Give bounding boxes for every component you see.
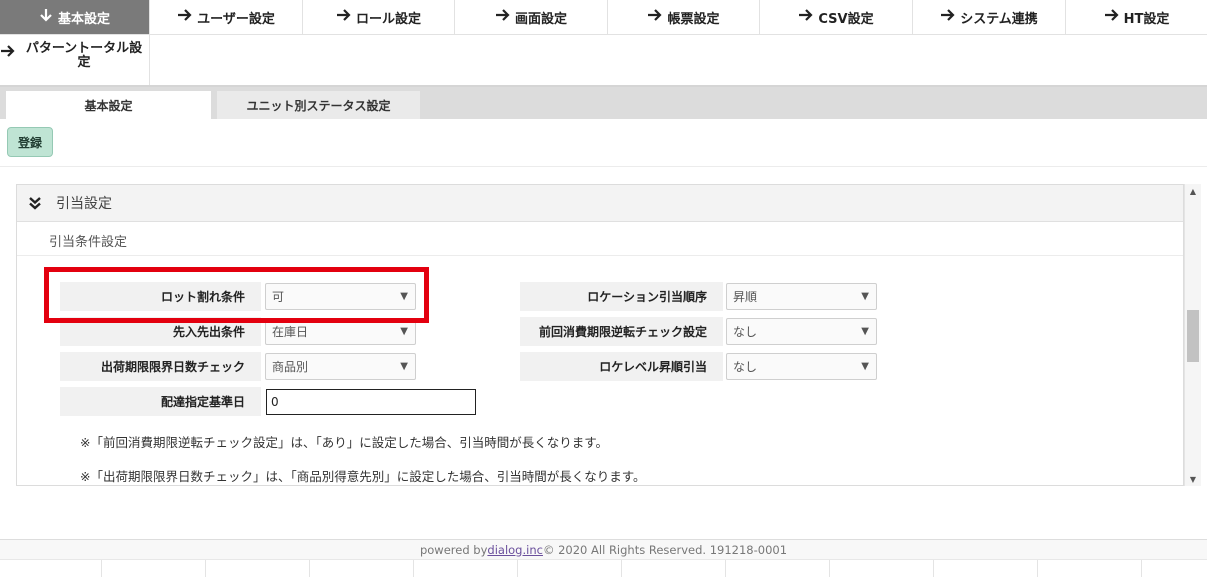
footer-prefix: powered by [419,542,488,557]
main-menu: 基本設定 ユーザー設定 ロール設定 画面設定 帳票設定 CSV設定 システム連携… [0,0,1207,86]
highlight-box [44,267,429,323]
menu-item-label: ロール設定 [355,11,421,27]
menu-item-basic-settings[interactable]: 基本設定 [0,0,150,35]
arrow-right-icon [0,44,15,60]
input-value: 0 [271,395,279,409]
panel-scrollbar[interactable]: ▲ ▼ [1184,184,1201,486]
scrollbar-thumb[interactable] [1187,310,1199,362]
arrow-right-icon [798,8,813,26]
footer: powered by dialog.inc © 2020 All Rights … [0,539,1207,559]
divider [17,255,1183,256]
panel-header[interactable]: 引当設定 [17,185,1183,222]
menu-item-csv-settings[interactable]: CSV設定 [760,0,913,35]
arrow-right-icon [647,8,663,26]
tab-label: 基本設定 [84,98,133,113]
allocation-settings-panel: 引当設定 引当条件設定 ロット割れ条件 可 ▼ 先入先出条件 在庫日 ▼ 出荷期… [16,184,1184,486]
select-value: なし [733,360,758,374]
arrow-right-icon [1104,8,1119,26]
arrow-down-icon [39,8,53,26]
select-value: 昇順 [733,290,758,304]
menu-item-label: パターントータル設定 [25,41,143,70]
scroll-up-icon[interactable]: ▲ [1185,184,1201,198]
section-subtitle: 引当条件設定 [49,235,128,250]
menu-item-user-settings[interactable]: ユーザー設定 [150,0,303,35]
chevron-down-icon: ▼ [861,326,869,337]
bottom-grid [0,559,1207,577]
arrow-right-icon [495,8,510,26]
select-value: 在庫日 [272,325,309,339]
menu-item-label: CSV設定 [818,11,874,27]
location-order-select[interactable]: 昇順 ▼ [726,283,877,310]
chevron-down-icon: ▼ [400,326,408,337]
footer-copyright: © 2020 All Rights Reserved. 191218-0001 [542,542,788,557]
menu-item-ht-settings[interactable]: HT設定 [1066,0,1207,35]
tab-label: ユニット別ステータス設定 [246,98,391,113]
divider [0,166,1207,167]
loc-level-ascending-select[interactable]: なし ▼ [726,353,877,380]
chevron-down-icon: ▼ [400,361,408,372]
field-label-delivery-base-date: 配達指定基準日 [60,387,261,416]
note-text: ※「出荷期限限界日数チェック」は、「商品別得意先別」に設定した場合、引当時間が長… [80,469,646,484]
select-value: 商品別 [272,360,309,374]
menu-item-report-settings[interactable]: 帳票設定 [608,0,760,35]
tab-unit-status-settings[interactable]: ユニット別ステータス設定 [217,91,420,119]
menu-item-role-settings[interactable]: ロール設定 [303,0,455,35]
arrow-right-icon [177,8,192,26]
expiry-reversal-check-select[interactable]: なし ▼ [726,318,877,345]
tab-basic-settings[interactable]: 基本設定 [6,91,211,119]
menu-item-label: ユーザー設定 [197,11,275,27]
menu-item-pattern-total-settings[interactable]: パターントータル設定 [0,35,150,86]
field-label-location-order: ロケーション引当順序 [520,282,723,311]
ship-limit-check-select[interactable]: 商品別 ▼ [265,353,416,380]
menu-item-label: 基本設定 [57,11,110,27]
arrow-right-icon [940,8,955,26]
panel-title: 引当設定 [56,196,112,212]
scroll-down-icon[interactable]: ▼ [1185,472,1201,486]
field-label-ship-limit-check: 出荷期限限界日数チェック [60,352,261,381]
field-label-loc-level-ascending: ロケレベル昇順引当 [520,352,723,381]
chevron-double-down-icon[interactable] [26,196,44,210]
menu-item-label: HT設定 [1123,11,1170,27]
menu-item-screen-settings[interactable]: 画面設定 [455,0,608,35]
chevron-down-icon: ▼ [861,291,869,302]
register-button[interactable]: 登録 [7,127,53,157]
register-button-label: 登録 [17,135,42,150]
note-text: ※「前回消費期限逆転チェック設定」は、「あり」に設定した場合、引当時間が長くなり… [80,435,608,450]
select-value: なし [733,325,758,339]
menu-item-label: 帳票設定 [667,11,720,27]
menu-item-system-integration[interactable]: システム連携 [913,0,1066,35]
field-label-expiry-reversal-check: 前回消費期限逆転チェック設定 [520,317,723,346]
delivery-base-date-input[interactable]: 0 [266,389,476,415]
footer-link[interactable]: dialog.inc [487,543,543,557]
chevron-down-icon: ▼ [861,361,869,372]
menu-item-label: システム連携 [960,11,1038,27]
menu-item-label: 画面設定 [514,11,567,27]
arrow-right-icon [336,8,351,26]
tab-bar: 基本設定 ユニット別ステータス設定 [0,87,1207,119]
